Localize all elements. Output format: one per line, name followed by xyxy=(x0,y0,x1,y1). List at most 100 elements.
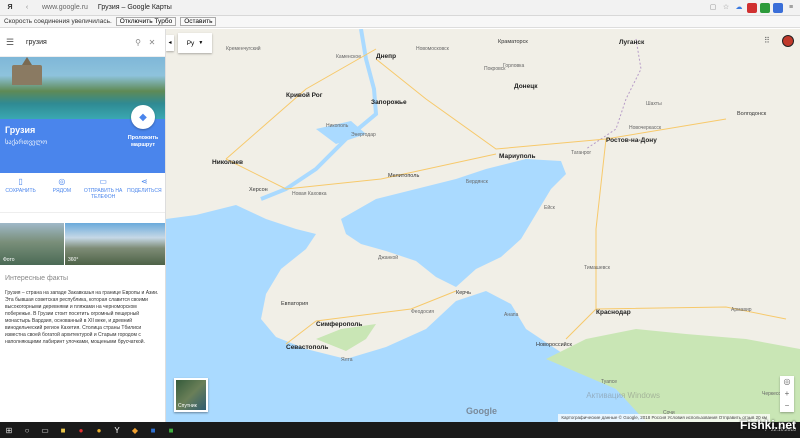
satellite-label: Спутник xyxy=(178,403,197,409)
search-input[interactable]: грузия xyxy=(26,39,131,46)
city-label[interactable]: Ейск xyxy=(544,205,555,211)
city-label[interactable]: Керчь xyxy=(456,290,471,296)
place-header: Грузия საქართველო ◆ Проложить маршрут xyxy=(0,105,165,173)
city-label[interactable]: Ростов-на-Дону xyxy=(606,137,657,144)
opera-icon[interactable]: ● xyxy=(72,422,90,438)
city-label[interactable]: Мариуполь xyxy=(499,153,536,160)
search-icon[interactable]: ○ xyxy=(18,422,36,438)
windows-watermark: Активация Windows xyxy=(586,391,660,400)
panorama-thumbnail[interactable]: 360° xyxy=(65,223,165,265)
city-label[interactable]: Ялта xyxy=(341,357,353,363)
city-label[interactable]: Запорожье xyxy=(371,99,407,106)
chrome-icon[interactable]: ● xyxy=(90,422,108,438)
city-label[interactable]: Горловка xyxy=(503,63,524,69)
city-label[interactable]: Мелитополь xyxy=(388,173,419,179)
city-label[interactable]: Краматорск xyxy=(498,39,528,45)
city-label[interactable]: Симферополь xyxy=(316,321,362,328)
send-to-phone-button[interactable]: ▭ ОТПРАВИТЬ НА ТЕЛЕФОН xyxy=(83,173,124,212)
city-label[interactable]: Кременчугский xyxy=(226,46,261,52)
map-shapes xyxy=(166,29,800,422)
app-icon[interactable]: ■ xyxy=(162,422,180,438)
extension-icon[interactable] xyxy=(760,2,770,13)
city-label[interactable]: Евпатория xyxy=(281,301,308,307)
info-icon[interactable]: ▢ xyxy=(708,3,718,13)
city-label[interactable]: Бердянск xyxy=(466,179,488,185)
city-label[interactable]: Новомосковск xyxy=(416,46,449,52)
disable-turbo-button[interactable]: Отключить Турбо xyxy=(115,17,177,26)
city-label[interactable]: Таганрог xyxy=(571,150,591,156)
city-label[interactable]: Туапсе xyxy=(601,379,617,385)
city-label[interactable]: Анапа xyxy=(504,312,518,318)
search-icon[interactable]: ⚲ xyxy=(131,38,145,47)
city-label[interactable]: Новая Каховка xyxy=(292,191,327,197)
windows-icon[interactable]: ⊞ xyxy=(0,422,18,438)
city-label[interactable]: Николаев xyxy=(212,159,243,166)
city-label[interactable]: Волгодонск xyxy=(737,111,766,117)
satellite-toggle[interactable]: Спутник xyxy=(174,378,208,412)
star-icon[interactable]: ☆ xyxy=(721,3,731,13)
language-label: Ру xyxy=(186,39,195,47)
explorer-icon[interactable]: ■ xyxy=(54,422,72,438)
city-label[interactable]: Армавир xyxy=(731,307,752,313)
facts-text: Грузия – страна на западе Закавказья на … xyxy=(5,290,159,345)
city-label[interactable]: Покровск xyxy=(484,66,505,72)
media-icon[interactable]: ◆ xyxy=(126,422,144,438)
city-label[interactable]: Джанкой xyxy=(378,255,398,261)
keep-turbo-button[interactable]: Оставить xyxy=(180,17,217,26)
nearby-button[interactable]: ◎ РЯДОМ xyxy=(41,173,82,212)
action-bar: ▯ СОХРАНИТЬ ◎ РЯДОМ ▭ ОТПРАВИТЬ НА ТЕЛЕФОН … xyxy=(0,173,165,213)
photo-strip: Фото 360° xyxy=(0,223,165,265)
city-label[interactable]: Севастополь xyxy=(286,344,328,351)
city-label[interactable]: Днепр xyxy=(376,53,396,60)
location-icon[interactable]: ◎ xyxy=(780,376,794,388)
google-logo: Google xyxy=(466,406,497,416)
road xyxy=(225,48,377,160)
map-attribution: Картографические данные © Google, 2018 Р… xyxy=(558,414,770,422)
route-label[interactable]: Проложить маршрут xyxy=(125,135,161,149)
avatar[interactable] xyxy=(782,35,794,47)
map-canvas[interactable]: ◂ Ру ▼ ⠿ Кременчугский Днепр Каменское Ново… xyxy=(166,29,800,422)
zoom-out-button[interactable]: − xyxy=(780,400,794,412)
phone-icon: ▭ xyxy=(99,177,107,186)
share-icon: ⋖ xyxy=(141,177,148,186)
cloud-icon[interactable]: ☁ xyxy=(734,3,744,13)
city-label[interactable]: Херсон xyxy=(249,187,268,193)
zoom-in-button[interactable]: + xyxy=(780,388,794,400)
browser-toolbar: Я ‹ www.google.ru Грузия – Google Карты … xyxy=(0,0,800,16)
city-label[interactable]: Тимашевск xyxy=(584,265,610,271)
account-area: ⠿ xyxy=(764,35,794,47)
city-label[interactable]: Новороссийск xyxy=(536,342,572,348)
address-bar[interactable]: www.google.ru xyxy=(42,4,88,11)
language-selector[interactable]: Ру ▼ xyxy=(178,33,212,53)
hamburger-menu-icon[interactable]: ☰ xyxy=(6,37,18,48)
close-icon[interactable]: ✕ xyxy=(145,38,159,47)
back-icon[interactable]: ‹ xyxy=(20,4,34,11)
extension-icon[interactable] xyxy=(773,2,783,13)
word-icon[interactable]: ■ xyxy=(144,422,162,438)
city-label[interactable]: Донецк xyxy=(514,83,537,90)
city-label[interactable]: Кривой Рог xyxy=(286,92,322,99)
apps-grid-icon[interactable]: ⠿ xyxy=(764,37,772,45)
bookmark-icon: ▯ xyxy=(18,177,23,186)
share-button[interactable]: ⋖ ПОДЕЛИТЬСЯ xyxy=(124,173,165,212)
task-view-icon[interactable]: ▭ xyxy=(36,422,54,438)
fishki-watermark: Fishki.net xyxy=(739,418,796,432)
nearby-icon: ◎ xyxy=(58,177,66,186)
city-label[interactable]: Энергодар xyxy=(351,132,376,138)
menu-icon[interactable]: ≡ xyxy=(786,3,796,13)
collapse-panel-button[interactable]: ◂ xyxy=(166,35,174,51)
photo-thumbnail[interactable]: Фото xyxy=(0,223,64,265)
city-label[interactable]: Никополь xyxy=(326,123,348,129)
city-label[interactable]: Луганск xyxy=(619,39,644,46)
city-label[interactable]: Новочеркасск xyxy=(629,125,661,131)
yandex-logo[interactable]: Я xyxy=(0,4,20,11)
extension-icon[interactable] xyxy=(747,2,757,13)
yandex-icon[interactable]: Y xyxy=(108,422,126,438)
city-label[interactable]: Феодосия xyxy=(411,309,434,315)
save-button[interactable]: ▯ СОХРАНИТЬ xyxy=(0,173,41,212)
city-label[interactable]: Каменское xyxy=(336,54,361,60)
border-line xyxy=(585,38,642,150)
directions-icon[interactable]: ◆ xyxy=(131,105,155,129)
city-label[interactable]: Краснодар xyxy=(596,309,631,316)
city-label[interactable]: Шахты xyxy=(646,101,662,107)
